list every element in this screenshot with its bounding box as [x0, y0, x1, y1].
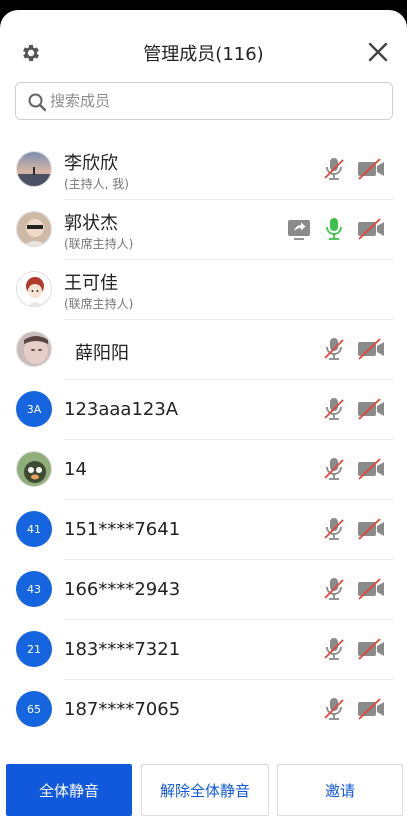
screen-share-icon[interactable]	[286, 216, 312, 242]
avatar	[16, 331, 52, 367]
member-name: 14	[64, 459, 87, 480]
mic-muted-icon[interactable]	[321, 396, 347, 422]
camera-off-icon[interactable]	[356, 696, 386, 722]
member-name: 李欣欣	[64, 153, 118, 174]
member-name: 187****7065	[64, 699, 181, 720]
avatar: 41	[16, 511, 52, 547]
member-row[interactable]: 王可佳 (联席主持人)	[0, 260, 407, 320]
avatar: 21	[16, 631, 52, 667]
member-name: 166****2943	[64, 579, 181, 600]
mic-muted-icon[interactable]	[321, 456, 347, 482]
camera-off-icon[interactable]	[356, 576, 386, 602]
close-icon[interactable]	[367, 41, 389, 63]
mic-muted-icon[interactable]	[321, 636, 347, 662]
member-list: 李欣欣 (主持人, 我) 郭状杰 (联席主持人) 王可佳 (联席主持人) 薛阳阳…	[0, 140, 407, 740]
avatar	[16, 451, 52, 487]
member-row[interactable]: 21 183****7321	[0, 620, 407, 680]
camera-off-icon[interactable]	[356, 516, 386, 542]
member-name: 123aaa123A	[64, 399, 179, 420]
member-role: (联席主持人)	[64, 297, 134, 311]
member-name: 薛阳阳	[75, 343, 129, 364]
member-name: 郭状杰	[64, 213, 118, 234]
member-name: 151****7641	[64, 519, 181, 540]
member-row[interactable]: 郭状杰 (联席主持人)	[0, 200, 407, 260]
avatar: 43	[16, 571, 52, 607]
header: 管理成员(116)	[0, 10, 407, 82]
member-name: 183****7321	[64, 639, 181, 660]
mic-muted-icon[interactable]	[321, 156, 347, 182]
mic-muted-icon[interactable]	[321, 516, 347, 542]
camera-off-icon[interactable]	[356, 396, 386, 422]
search-input[interactable]	[50, 84, 380, 118]
invite-button[interactable]: 邀请	[277, 764, 403, 816]
mic-active-icon[interactable]	[321, 216, 347, 242]
mute-all-button[interactable]: 全体静音	[6, 764, 132, 816]
member-row[interactable]: 43 166****2943	[0, 560, 407, 620]
member-row[interactable]: 14	[0, 440, 407, 500]
unmute-all-button[interactable]: 解除全体静音	[141, 764, 269, 816]
member-name: 王可佳	[64, 273, 118, 294]
avatar: 3A	[16, 391, 52, 427]
member-row[interactable]: 薛阳阳	[0, 320, 407, 380]
page-title: 管理成员(116)	[143, 44, 264, 65]
camera-off-icon[interactable]	[356, 216, 386, 242]
mic-muted-icon[interactable]	[321, 696, 347, 722]
member-row[interactable]: 李欣欣 (主持人, 我)	[0, 140, 407, 200]
member-role: (主持人, 我)	[64, 177, 129, 191]
avatar: 65	[16, 691, 52, 727]
member-row[interactable]: 41 151****7641	[0, 500, 407, 560]
avatar	[16, 271, 52, 307]
manage-members-sheet: 管理成员(116) 李欣欣 (主持	[0, 10, 407, 831]
avatar	[16, 211, 52, 247]
member-role: (联席主持人)	[64, 237, 134, 251]
member-row[interactable]: 65 187****7065	[0, 680, 407, 740]
mic-muted-icon[interactable]	[321, 576, 347, 602]
camera-off-icon[interactable]	[356, 456, 386, 482]
camera-off-icon[interactable]	[356, 636, 386, 662]
avatar	[16, 151, 52, 187]
camera-off-icon[interactable]	[356, 156, 386, 182]
search-icon	[28, 93, 47, 112]
camera-off-icon[interactable]	[356, 336, 386, 362]
footer-actions: 全体静音 解除全体静音 邀请	[0, 764, 407, 820]
mic-muted-icon[interactable]	[321, 336, 347, 362]
member-row[interactable]: 3A 123aaa123A	[0, 380, 407, 440]
search-box	[15, 82, 393, 120]
